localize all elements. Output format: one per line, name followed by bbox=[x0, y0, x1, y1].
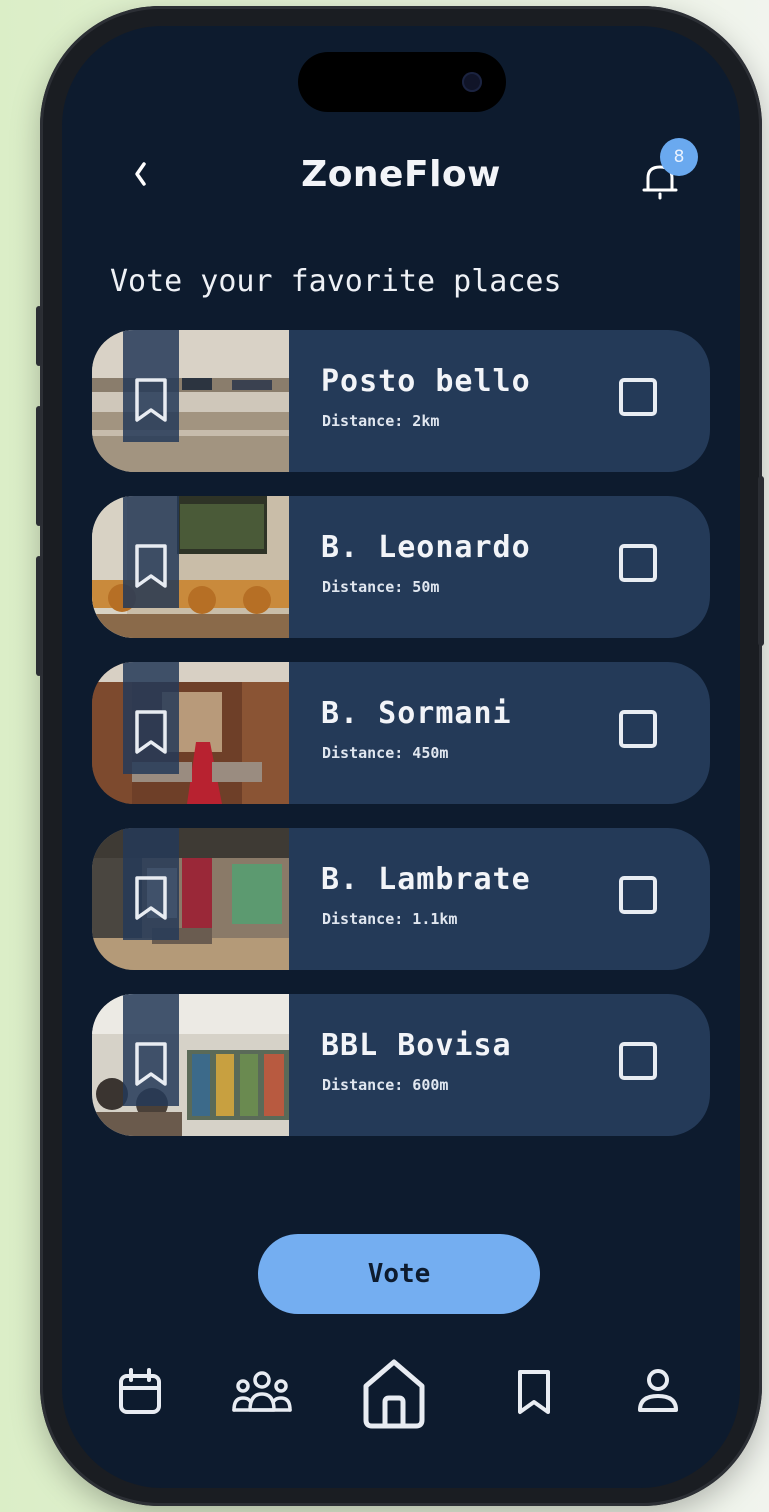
place-photo bbox=[92, 994, 289, 1136]
bookmark-icon bbox=[135, 544, 167, 588]
place-photo bbox=[92, 330, 289, 472]
place-name: Posto bello bbox=[321, 364, 531, 399]
place-distance: Distance: 2km bbox=[322, 412, 440, 430]
vote-checkbox[interactable] bbox=[619, 378, 657, 416]
place-card[interactable]: Posto bello Distance: 2km bbox=[92, 330, 710, 472]
place-name: BBL Bovisa bbox=[321, 1028, 512, 1063]
bookmark-icon bbox=[518, 1370, 550, 1414]
bookmark-ribbon[interactable] bbox=[123, 496, 179, 608]
nav-profile[interactable] bbox=[634, 1366, 682, 1422]
place-distance: Distance: 450m bbox=[322, 744, 449, 762]
nav-calendar[interactable] bbox=[116, 1366, 164, 1422]
vote-checkbox[interactable] bbox=[619, 1042, 657, 1080]
camera-icon bbox=[462, 72, 482, 92]
place-card[interactable]: BBL Bovisa Distance: 600m bbox=[92, 994, 710, 1136]
place-card[interactable]: B. Sormani Distance: 450m bbox=[92, 662, 710, 804]
place-distance: Distance: 600m bbox=[322, 1076, 449, 1094]
place-name: B. Sormani bbox=[321, 696, 512, 731]
group-icon bbox=[232, 1371, 292, 1412]
place-distance: Distance: 1.1km bbox=[322, 910, 458, 928]
place-name: B. Lambrate bbox=[321, 862, 531, 897]
bookmark-icon bbox=[135, 710, 167, 754]
bookmark-icon bbox=[135, 876, 167, 920]
dynamic-island bbox=[298, 52, 506, 112]
nav-home[interactable] bbox=[358, 1356, 430, 1434]
notification-badge: 8 bbox=[660, 138, 698, 176]
vote-checkbox[interactable] bbox=[619, 876, 657, 914]
volume-down-button bbox=[36, 556, 42, 676]
place-photo bbox=[92, 496, 289, 638]
profile-icon bbox=[638, 1369, 678, 1412]
bookmark-icon bbox=[135, 378, 167, 422]
volume-up-button bbox=[36, 406, 42, 526]
vote-checkbox[interactable] bbox=[619, 544, 657, 582]
nav-groups[interactable] bbox=[230, 1366, 294, 1422]
vote-button[interactable]: Vote bbox=[258, 1234, 540, 1314]
bookmark-ribbon[interactable] bbox=[123, 330, 179, 442]
nav-bookmarks[interactable] bbox=[514, 1366, 554, 1422]
calendar-icon bbox=[119, 1368, 161, 1414]
bookmark-ribbon[interactable] bbox=[123, 662, 179, 774]
app-screen: ZoneFlow 8 Vote your favorite places Pos… bbox=[62, 26, 740, 1488]
app-title: ZoneFlow bbox=[301, 154, 501, 195]
place-card[interactable]: B. Leonardo Distance: 50m bbox=[92, 496, 710, 638]
home-icon bbox=[363, 1359, 425, 1429]
place-photo bbox=[92, 662, 289, 804]
page-heading: Vote your favorite places bbox=[110, 264, 562, 299]
power-button bbox=[758, 476, 764, 646]
place-card[interactable]: B. Lambrate Distance: 1.1km bbox=[92, 828, 710, 970]
vote-checkbox[interactable] bbox=[619, 710, 657, 748]
place-name: B. Leonardo bbox=[321, 530, 531, 565]
bookmark-ribbon[interactable] bbox=[123, 828, 179, 940]
silent-switch bbox=[36, 306, 42, 366]
bookmark-ribbon[interactable] bbox=[123, 994, 179, 1106]
bookmark-icon bbox=[135, 1042, 167, 1086]
place-photo bbox=[92, 828, 289, 970]
place-distance: Distance: 50m bbox=[322, 578, 440, 596]
